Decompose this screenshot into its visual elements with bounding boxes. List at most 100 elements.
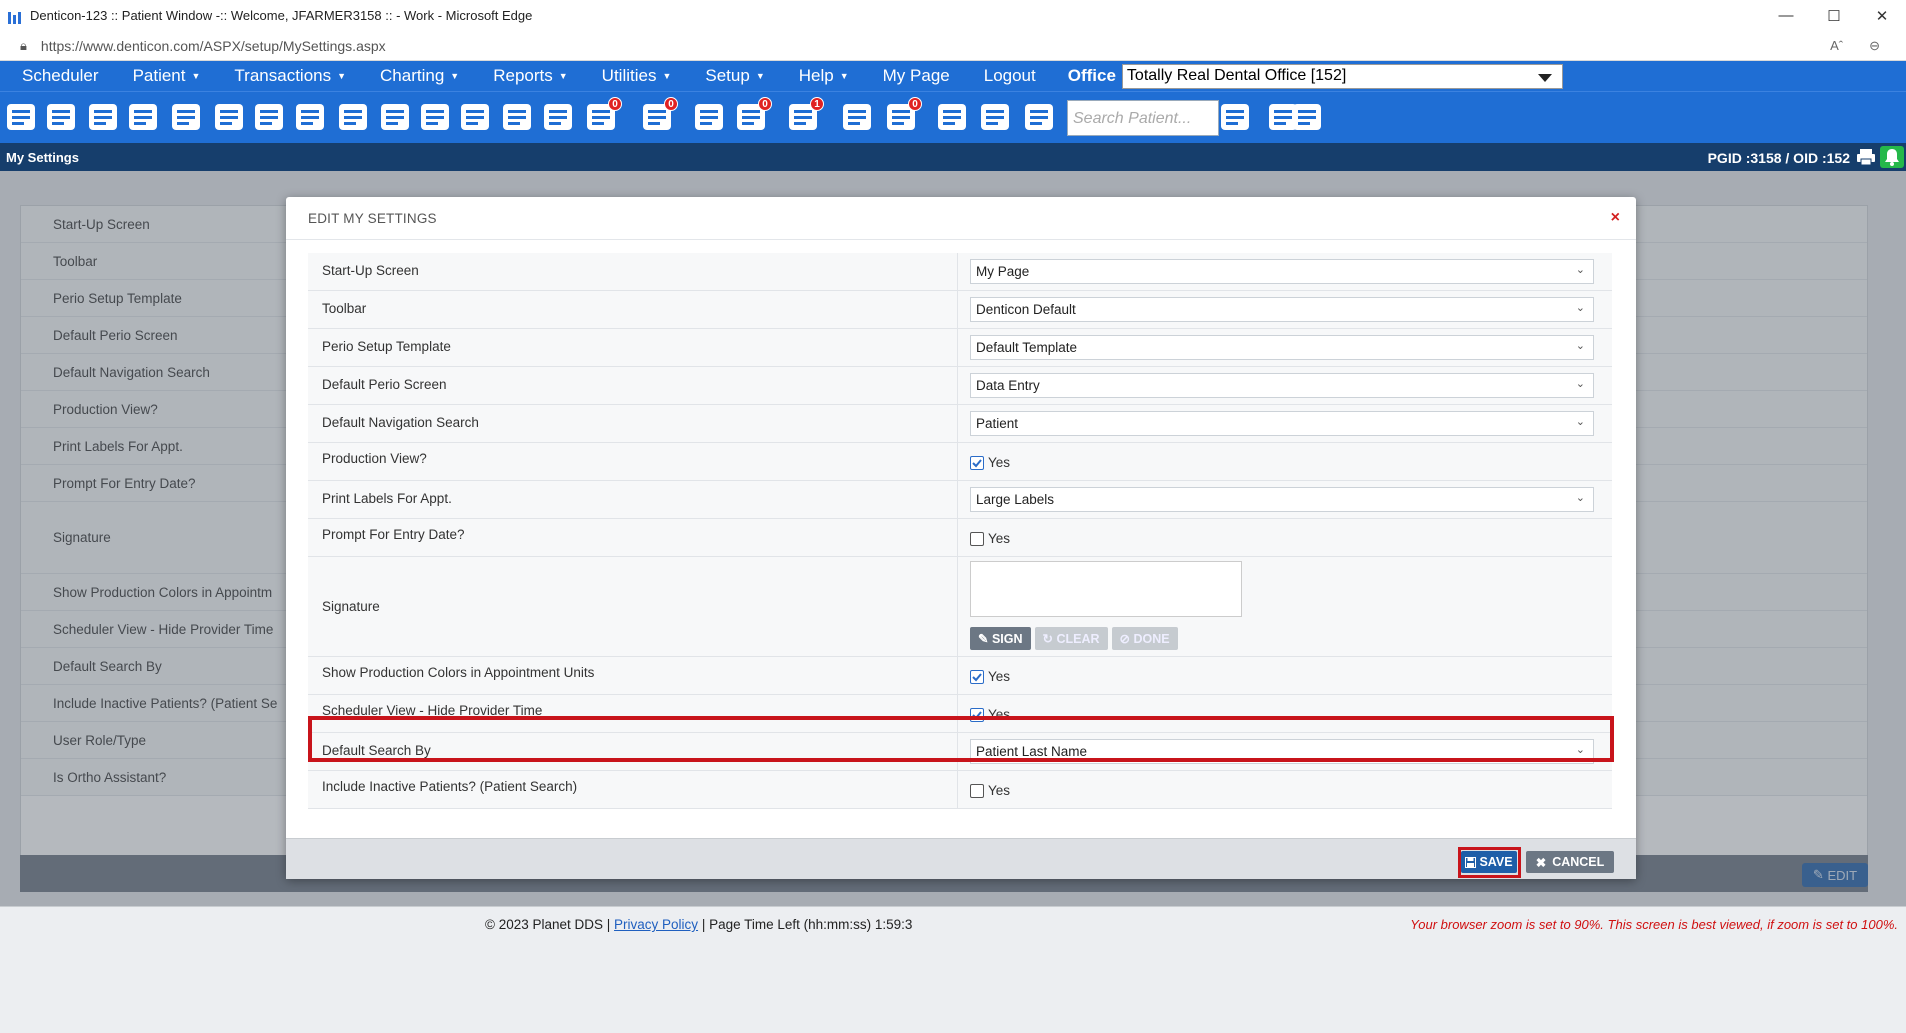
setting-label: Default Navigation Search: [308, 405, 958, 442]
setting-label: Production View?: [308, 443, 958, 480]
setting-row: Toolbar Denticon Default ⌄: [308, 291, 1612, 329]
add-family-icon[interactable]: [378, 100, 412, 134]
multi-user-icon[interactable]: [1290, 100, 1324, 134]
clock-icon[interactable]: [692, 100, 726, 134]
setting-value: Data Entry ⌄: [958, 367, 1612, 404]
pn-icon[interactable]: [252, 100, 286, 134]
setting-select[interactable]: Patient Last Name ⌄: [970, 739, 1594, 764]
maximize-button[interactable]: ☐: [1810, 0, 1858, 31]
setting-select[interactable]: Denticon Default ⌄: [970, 297, 1594, 322]
setting-select[interactable]: Data Entry ⌄: [970, 373, 1594, 398]
signature-pad[interactable]: [970, 561, 1242, 617]
chevron-down-icon: ⌄: [1575, 378, 1585, 390]
menu-setup[interactable]: Setup ▼: [683, 66, 764, 86]
menu-utilities[interactable]: Utilities ▼: [580, 66, 672, 86]
setting-checkbox[interactable]: Yes: [970, 783, 1600, 798]
unchecked-box-icon[interactable]: [970, 783, 984, 798]
document-icon[interactable]: [458, 100, 492, 134]
setting-label: Show Production Colors in Appointment Un…: [308, 657, 958, 694]
setting-select[interactable]: Large Labels ⌄: [970, 487, 1594, 512]
close-icon[interactable]: ×: [1611, 209, 1620, 227]
printer-icon[interactable]: [1856, 148, 1876, 169]
setting-row: Print Labels For Appt. Large Labels ⌄: [308, 481, 1612, 519]
checked-box-icon[interactable]: [970, 669, 984, 684]
online-icon[interactable]: 0: [734, 97, 772, 134]
modal-body[interactable]: Start-Up Screen My Page ⌄ Toolbar Denticon D…: [308, 253, 1612, 824]
messages-icon[interactable]: 0: [584, 97, 622, 134]
setting-select[interactable]: Patient ⌄: [970, 411, 1594, 436]
setting-row: Default Navigation Search Patient ⌄: [308, 405, 1612, 443]
setting-value: Yes: [958, 695, 1612, 732]
setting-checkbox[interactable]: Yes: [970, 531, 1600, 546]
badge-count: 0: [608, 97, 622, 111]
setting-row: Signature ✎ SIGN ↻ CLEAR ⊘ DONE: [308, 557, 1612, 657]
setting-value: Denticon Default ⌄: [958, 291, 1612, 328]
sign-button[interactable]: ✎ SIGN: [970, 627, 1031, 650]
checked-box-icon[interactable]: [970, 707, 984, 722]
setting-value: Yes: [958, 657, 1612, 694]
calendar-icon[interactable]: [44, 100, 78, 134]
print-form-icon[interactable]: [500, 100, 534, 134]
menu-charting[interactable]: Charting ▼: [358, 66, 459, 86]
setting-label: Default Perio Screen: [308, 367, 958, 404]
address-bar[interactable]: 🔒︎ https://www.denticon.com/ASPX/setup/M…: [0, 31, 1906, 61]
chevron-down-icon[interactable]: [1022, 100, 1056, 134]
office-select[interactable]: Totally Real Dental Office [152]: [1121, 63, 1563, 89]
tooth-icon[interactable]: [169, 100, 203, 134]
setting-select[interactable]: Default Template ⌄: [970, 335, 1594, 360]
setting-value: Yes: [958, 443, 1612, 480]
unchecked-box-icon[interactable]: [970, 531, 984, 546]
setting-row: Perio Setup Template Default Template ⌄: [308, 329, 1612, 367]
home-icon[interactable]: [4, 100, 38, 134]
mail-icon[interactable]: [541, 100, 575, 134]
setting-checkbox[interactable]: Yes: [970, 669, 1600, 684]
add-patient-icon[interactable]: [336, 100, 370, 134]
billing-icon[interactable]: [86, 100, 120, 134]
implant-icon[interactable]: [212, 100, 246, 134]
chevron-down-icon: ⌄: [1575, 302, 1585, 314]
patient-search-icon[interactable]: [1218, 100, 1252, 134]
printer-icon[interactable]: [978, 100, 1012, 134]
footer-copyright: © 2023 Planet DDS | Privacy Policy | Pag…: [485, 917, 913, 932]
privacy-policy-link[interactable]: Privacy Policy: [614, 917, 698, 932]
menu-logout[interactable]: Logout: [962, 66, 1036, 86]
sms-icon[interactable]: 0: [640, 97, 678, 134]
setting-checkbox[interactable]: Yes: [970, 455, 1600, 470]
cancel-button[interactable]: ✖ CANCEL: [1526, 851, 1614, 873]
menu-reports[interactable]: Reports ▼: [471, 66, 567, 86]
chevron-down-icon: ⌄: [1575, 744, 1585, 756]
setting-value: Patient Last Name ⌄: [958, 733, 1612, 770]
recall-icon[interactable]: 1: [786, 97, 824, 134]
search-patient-input[interactable]: Search Patient...: [1067, 100, 1219, 136]
setting-checkbox[interactable]: Yes: [970, 707, 1600, 722]
url-text[interactable]: https://www.denticon.com/ASPX/setup/MySe…: [41, 38, 1830, 54]
globe-icon[interactable]: [840, 100, 874, 134]
menu-my-page[interactable]: My Page: [861, 66, 950, 86]
done-button[interactable]: ⊘ DONE: [1111, 627, 1178, 650]
zoom-icon[interactable]: ⊖: [1869, 38, 1880, 54]
checked-box-icon[interactable]: [970, 455, 984, 470]
setting-select[interactable]: My Page ⌄: [970, 259, 1594, 284]
group-icon[interactable]: [935, 100, 969, 134]
menu-patient[interactable]: Patient ▼: [111, 66, 201, 86]
tx-icon[interactable]: [293, 100, 327, 134]
read-aloud-icon[interactable]: Aˆ: [1830, 38, 1843, 53]
page-title: My Settings: [6, 149, 79, 165]
setting-label: Prompt For Entry Date?: [308, 519, 958, 556]
rx-icon[interactable]: [418, 100, 452, 134]
lock-icon: 🔒︎: [20, 37, 27, 53]
save-button[interactable]: SAVE: [1461, 851, 1517, 873]
setting-label: Start-Up Screen: [308, 253, 958, 290]
setting-label: Toolbar: [308, 291, 958, 328]
setting-value: My Page ⌄: [958, 253, 1612, 290]
notification-bell-icon[interactable]: [1880, 146, 1904, 168]
notes-icon[interactable]: [126, 100, 160, 134]
clear-button[interactable]: ↻ CLEAR: [1034, 627, 1108, 650]
menu-help[interactable]: Help ▼: [777, 66, 849, 86]
menu-transactions[interactable]: Transactions ▼: [212, 66, 346, 86]
forms-icon[interactable]: 0: [884, 97, 922, 134]
close-window-button[interactable]: ✕: [1858, 0, 1906, 31]
setting-row: Show Production Colors in Appointment Un…: [308, 657, 1612, 695]
menu-scheduler[interactable]: Scheduler: [0, 66, 99, 86]
minimize-button[interactable]: —: [1762, 0, 1810, 31]
